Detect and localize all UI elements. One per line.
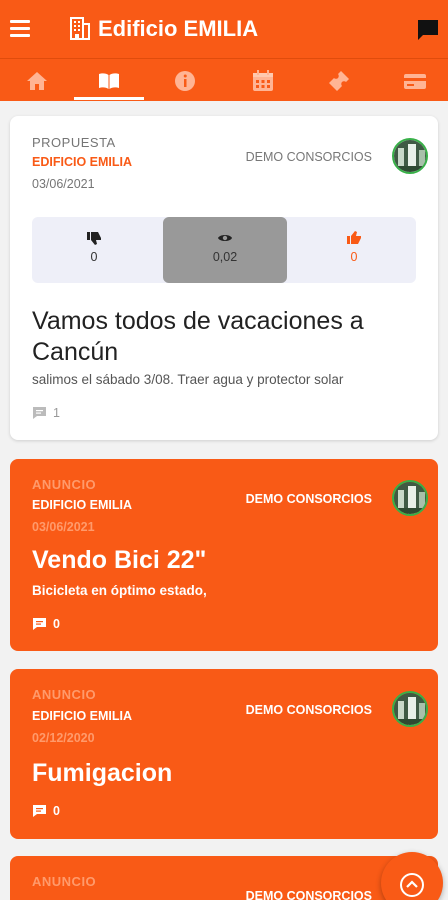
comments-count[interactable]: 0 <box>32 804 60 818</box>
hamburger-icon[interactable] <box>10 20 30 37</box>
thumbs-down-icon <box>87 232 101 245</box>
eye-icon <box>218 235 232 241</box>
post-building: EDIFICIO EMILIA <box>32 155 132 169</box>
tab-tickets[interactable] <box>302 59 376 102</box>
post-building: EDIFICIO EMILIA <box>32 498 132 512</box>
post-type: ANUNCIO <box>32 477 97 492</box>
views-value: 0,02 <box>212 250 238 264</box>
comment-icon <box>33 805 46 817</box>
post-title: Vendo Bici 22" <box>32 546 207 574</box>
like-button[interactable]: 0 <box>292 217 416 283</box>
comments-count[interactable]: 0 <box>32 617 60 631</box>
home-icon <box>27 71 47 90</box>
tab-publications[interactable] <box>72 59 146 102</box>
chevron-up-circle-icon <box>400 873 424 897</box>
avatar <box>392 138 428 174</box>
post-author: DEMO CONSORCIOS <box>245 703 372 717</box>
post-card-ad[interactable]: ANUNCIO EDIFICIO EMILIA 02/12/2020 DEMO … <box>10 669 438 839</box>
info-icon <box>175 70 195 91</box>
comments-count[interactable]: 1 <box>32 406 60 420</box>
tab-calendar[interactable] <box>226 59 300 102</box>
post-author: DEMO CONSORCIOS <box>245 492 372 506</box>
post-date: 02/12/2020 <box>32 731 95 745</box>
post-type: ANUNCIO <box>32 874 97 889</box>
post-building: EDIFICIO EMILIA <box>32 709 132 723</box>
calendar-icon <box>253 69 273 91</box>
thumbs-up-icon <box>347 231 361 244</box>
views-indicator: 0,02 <box>163 217 287 283</box>
book-icon <box>99 72 119 89</box>
avatar <box>392 691 428 727</box>
comments-value: 0 <box>53 617 60 631</box>
ticket-icon <box>329 70 349 91</box>
tab-home[interactable] <box>0 59 74 102</box>
post-date: 03/06/2021 <box>32 520 95 534</box>
post-author: DEMO CONSORCIOS <box>245 150 372 164</box>
post-card-ad[interactable]: ANUNCIO EDIFICIO EMILIA 03/06/2021 DEMO … <box>10 459 438 651</box>
post-type: ANUNCIO <box>32 687 97 702</box>
building-icon <box>70 17 90 40</box>
vote-panel: 0 0,02 0 <box>32 217 416 283</box>
post-card-ad[interactable]: ANUNCIO DEMO CONSORCIOS <box>10 856 438 900</box>
app-header: Edificio EMILIA <box>0 0 448 58</box>
comment-icon <box>33 407 46 419</box>
post-author: DEMO CONSORCIOS <box>245 889 372 900</box>
comments-value: 1 <box>53 406 60 420</box>
like-count: 0 <box>350 250 358 264</box>
post-title: Vamos todos de vacaciones a Cancún <box>32 307 364 366</box>
dislike-button[interactable]: 0 <box>32 217 156 283</box>
post-date: 03/06/2021 <box>32 177 95 191</box>
chat-icon[interactable] <box>416 18 440 42</box>
tab-payments[interactable] <box>378 59 448 102</box>
avatar <box>392 480 428 516</box>
card-icon <box>404 73 426 89</box>
post-description: Bicicleta en óptimo estado, <box>32 583 207 598</box>
comments-value: 0 <box>53 804 60 818</box>
dislike-count: 0 <box>90 250 98 264</box>
post-title: Fumigacion <box>32 759 173 787</box>
post-description: salimos el sábado 3/08. Traer agua y pro… <box>32 372 344 387</box>
tab-bar <box>0 58 448 101</box>
post-type: PROPUESTA <box>32 135 116 150</box>
post-card-proposal[interactable]: PROPUESTA EDIFICIO EMILIA 03/06/2021 DEM… <box>10 116 438 440</box>
comment-icon <box>33 618 46 630</box>
tab-info[interactable] <box>148 59 222 102</box>
app-title: Edificio EMILIA <box>98 16 259 41</box>
